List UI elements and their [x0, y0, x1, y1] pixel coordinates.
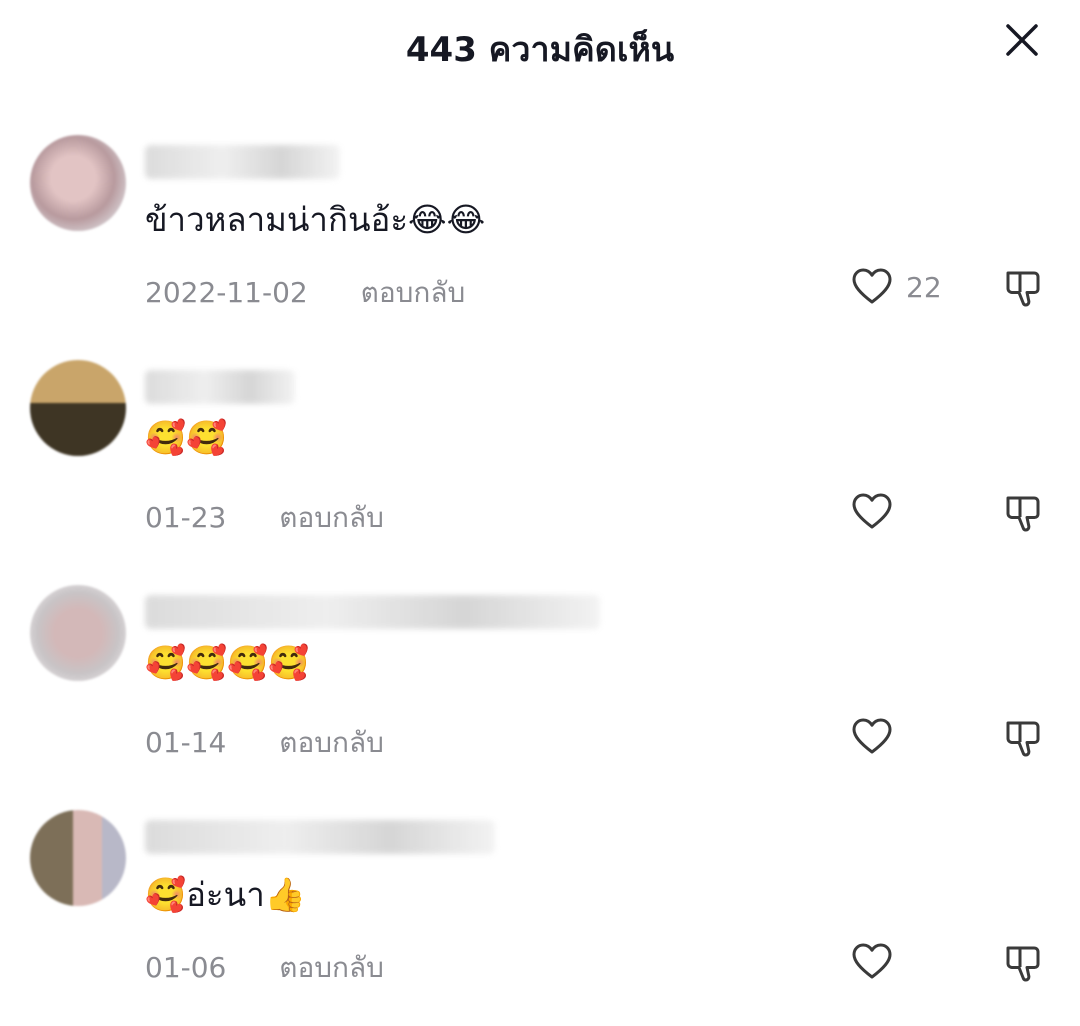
like-button[interactable] [850, 715, 906, 759]
comment-date: 01-06 [145, 951, 227, 984]
thumbs-down-outline-icon [1006, 496, 1040, 532]
heart-outline-icon [852, 268, 892, 304]
comment-text: 🥰🥰 [145, 418, 228, 457]
comment-text: 🥰🥰🥰🥰 [145, 643, 310, 682]
close-button[interactable] [1000, 18, 1044, 62]
comment-item: 🥰อ่ะนา👍 01-06 ตอบกลับ [0, 810, 1080, 1000]
comment-item: 🥰🥰🥰🥰 01-14 ตอบกลับ [0, 585, 1080, 775]
dislike-button[interactable] [1000, 490, 1044, 534]
like-button[interactable] [850, 490, 906, 534]
comments-header: 443 ความคิดเห็น [0, 0, 1080, 90]
comment-meta: 01-14 ตอบกลับ [145, 721, 384, 765]
thumbs-down-outline-icon [1006, 271, 1040, 307]
dislike-button[interactable] [1000, 715, 1044, 759]
like-count: 22 [906, 270, 942, 304]
username-redacted[interactable] [145, 370, 295, 404]
reply-button[interactable]: ตอบกลับ [279, 721, 384, 765]
username-redacted[interactable] [145, 145, 340, 179]
comment-date: 2022-11-02 [145, 276, 308, 309]
comment-text: ข้าวหลามน่ากินอ้ะ😂😂 [145, 200, 486, 239]
thumbs-down-outline-icon [1006, 946, 1040, 982]
reply-button[interactable]: ตอบกลับ [361, 271, 466, 315]
heart-outline-icon [852, 943, 892, 979]
avatar[interactable] [30, 135, 126, 231]
dislike-button[interactable] [1000, 940, 1044, 984]
heart-outline-icon [852, 718, 892, 754]
reply-button[interactable]: ตอบกลับ [279, 946, 384, 990]
comment-item: 🥰🥰 01-23 ตอบกลับ [0, 360, 1080, 550]
close-icon [1006, 24, 1038, 56]
username-redacted[interactable] [145, 595, 600, 629]
thumbs-down-outline-icon [1006, 721, 1040, 757]
comment-meta: 01-23 ตอบกลับ [145, 496, 384, 540]
comment-text: 🥰อ่ะนา👍 [145, 875, 306, 914]
avatar[interactable] [30, 585, 126, 681]
reply-button[interactable]: ตอบกลับ [279, 496, 384, 540]
comment-item: ข้าวหลามน่ากินอ้ะ😂😂 2022-11-02 ตอบกลับ 2… [0, 135, 1080, 325]
avatar[interactable] [30, 360, 126, 456]
heart-outline-icon [852, 493, 892, 529]
username-redacted[interactable] [145, 820, 495, 854]
comment-date: 01-14 [145, 726, 227, 759]
comments-count-title: 443 ความคิดเห็น [405, 30, 675, 70]
comment-meta: 2022-11-02 ตอบกลับ [145, 271, 465, 315]
like-button[interactable]: 22 [850, 265, 942, 309]
avatar[interactable] [30, 810, 126, 906]
comment-meta: 01-06 ตอบกลับ [145, 946, 384, 990]
like-button[interactable] [850, 940, 906, 984]
comment-date: 01-23 [145, 501, 227, 534]
dislike-button[interactable] [1000, 265, 1044, 309]
